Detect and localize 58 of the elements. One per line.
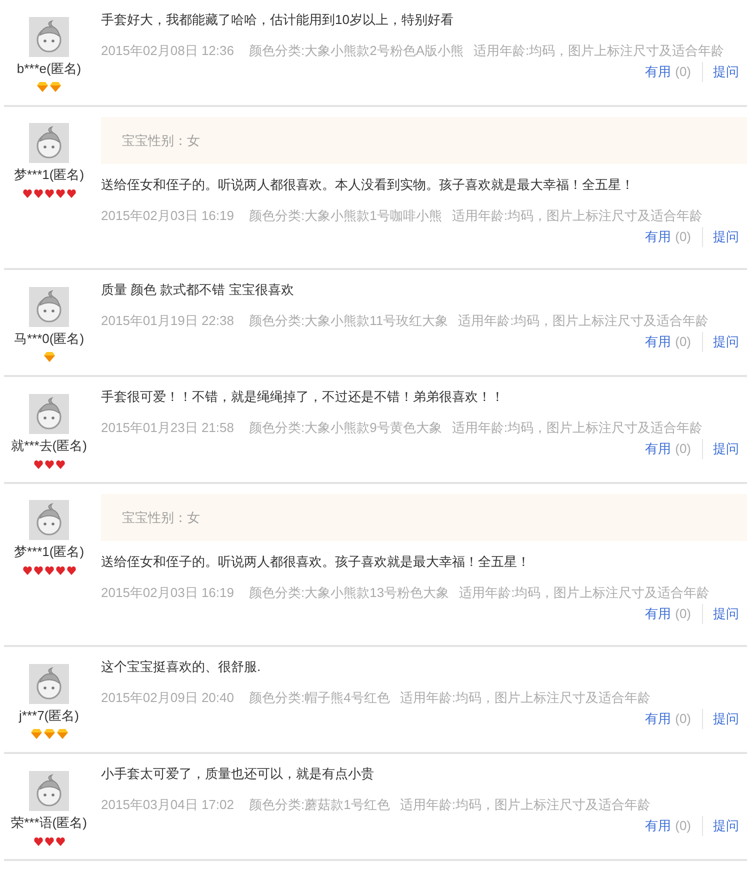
review-text: 手套很可爱！！不错，就是绳绳掉了，不过还是不错！弟弟很喜欢！！ xyxy=(101,388,505,406)
ask-link[interactable]: 提问 xyxy=(713,709,739,729)
review-date: 2015年02月08日 12:36 xyxy=(101,42,234,60)
ask-link[interactable]: 提问 xyxy=(713,816,739,836)
review-text: 质量 颜色 款式都不错 宝宝很喜欢 xyxy=(101,281,295,299)
avatar-icon xyxy=(29,394,69,434)
avatar-icon xyxy=(29,287,69,327)
product-variant: 颜色分类:大象小熊款9号黄色大象 xyxy=(248,419,442,437)
product-variant: 颜色分类:大象小熊款2号粉色A版小熊 xyxy=(248,42,464,60)
useful-button[interactable]: 有用 (0) xyxy=(645,709,691,729)
useful-button[interactable]: 有用 (0) xyxy=(645,604,691,624)
review-date: 2015年02月03日 16:19 xyxy=(101,584,234,602)
username: b***e(匿名) xyxy=(16,61,82,77)
ask-link[interactable]: 提问 xyxy=(713,62,739,82)
review-date: 2015年01月23日 21:58 xyxy=(101,419,234,437)
review-text: 这个宝宝挺喜欢的、很舒服. xyxy=(101,658,262,676)
avatar-icon xyxy=(29,771,69,811)
username: 梦***1(匿名) xyxy=(14,544,84,560)
username: 梦***1(匿名) xyxy=(14,167,84,183)
avatar-icon xyxy=(29,17,69,57)
username: 荣***语(匿名) xyxy=(11,815,87,831)
size-note: 适用年龄:均码，图片上标注尺寸及适合年龄 xyxy=(400,689,650,707)
review-date: 2015年03月04日 17:02 xyxy=(101,796,234,814)
product-variant: 颜色分类:大象小熊款13号粉色大象 xyxy=(248,584,450,602)
product-variant: 颜色分类:帽子熊4号红色 xyxy=(248,689,390,707)
size-note: 适用年龄:均码，图片上标注尺寸及适合年龄 xyxy=(474,42,724,60)
ask-link[interactable]: 提问 xyxy=(713,604,739,624)
size-note: 适用年龄:均码，图片上标注尺寸及适合年龄 xyxy=(400,796,650,814)
size-note: 适用年龄:均码，图片上标注尺寸及适合年龄 xyxy=(458,312,709,330)
username: 就***去(匿名) xyxy=(11,438,87,454)
review-text: 手套好大，我都能藏了哈哈，估计能用到10岁以上，特别好看 xyxy=(101,11,454,29)
baby-gender-text: 宝宝性别：女 xyxy=(122,132,200,150)
username: j***7(匿名) xyxy=(19,708,79,724)
ask-link[interactable]: 提问 xyxy=(713,227,739,247)
review-text: 送给侄女和侄子的。听说两人都很喜欢。孩子喜欢就是最大幸福！全五星！ xyxy=(101,553,531,571)
ask-link[interactable]: 提问 xyxy=(713,332,739,352)
ask-link[interactable]: 提问 xyxy=(713,439,739,459)
useful-button[interactable]: 有用 (0) xyxy=(645,439,691,459)
useful-button[interactable]: 有用 (0) xyxy=(645,332,691,352)
avatar-icon xyxy=(29,500,69,540)
review-date: 2015年02月09日 20:40 xyxy=(101,689,234,707)
size-note: 适用年龄:均码，图片上标注尺寸及适合年龄 xyxy=(459,584,710,602)
avatar-icon xyxy=(29,664,69,704)
size-note: 适用年龄:均码，图片上标注尺寸及适合年龄 xyxy=(452,207,702,225)
size-note: 适用年龄:均码，图片上标注尺寸及适合年龄 xyxy=(452,419,702,437)
review-text: 送给侄女和侄子的。听说两人都很喜欢。本人没看到实物。孩子喜欢就是最大幸福！全五星！ xyxy=(101,176,635,194)
review-text: 小手套太可爱了，质量也还可以，就是有点小贵 xyxy=(101,765,375,783)
product-variant: 颜色分类:大象小熊款1号咖啡小熊 xyxy=(248,207,442,225)
avatar-icon xyxy=(29,123,69,163)
review-date: 2015年02月03日 16:19 xyxy=(101,207,234,225)
username: 马***0(匿名) xyxy=(14,331,84,347)
useful-button[interactable]: 有用 (0) xyxy=(645,62,691,82)
useful-button[interactable]: 有用 (0) xyxy=(645,816,691,836)
useful-button[interactable]: 有用 (0) xyxy=(645,227,691,247)
baby-gender-text: 宝宝性别：女 xyxy=(122,508,200,526)
product-variant: 颜色分类:大象小熊款11号玫红大象 xyxy=(248,312,448,330)
review-date: 2015年01月19日 22:38 xyxy=(101,312,234,330)
product-variant: 颜色分类:蘑菇款1号红色 xyxy=(248,796,390,814)
